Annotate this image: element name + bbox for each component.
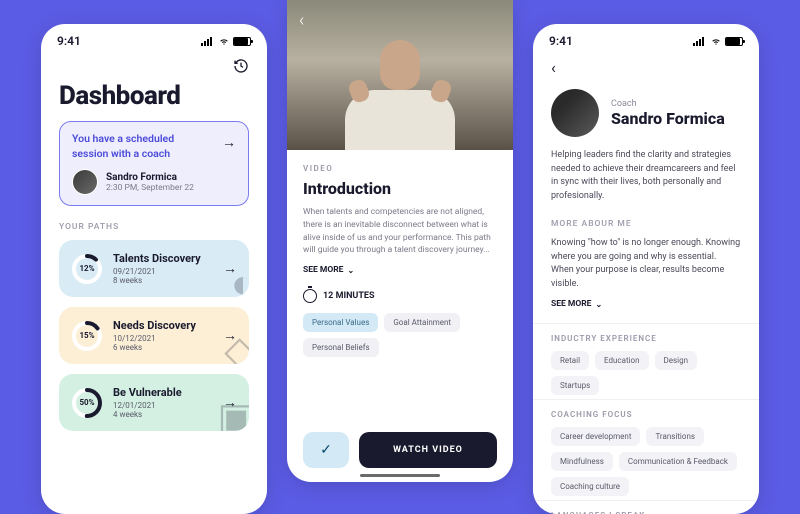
back-button[interactable]: ‹: [533, 52, 759, 83]
progress-ring: 50%: [71, 387, 103, 419]
tag[interactable]: Transitions: [646, 427, 704, 446]
path-card[interactable]: 50% Be Vulnerable 12/01/2021 4 weeks → ▣: [59, 374, 249, 431]
chevron-down-icon: ⌄: [347, 266, 354, 275]
profile-bio: Helping leaders find the clarity and str…: [533, 149, 759, 215]
video-preview[interactable]: ‹: [287, 0, 513, 150]
video-description: When talents and competencies are not al…: [303, 206, 497, 257]
signal-icon: [693, 36, 707, 46]
tag[interactable]: Communication & Feedback: [619, 452, 737, 471]
tag[interactable]: Mindfulness: [551, 452, 613, 471]
coach-name: Sandro Formica: [106, 172, 194, 183]
status-bar: 9:41: [41, 24, 267, 52]
industry-experience-label: INDUCTRY EXPERIENCE: [533, 323, 759, 351]
status-bar: 9:41: [533, 24, 759, 52]
check-icon: ✓: [320, 442, 332, 458]
dashboard-screen: 9:41 Dashboard You have a scheduled sess…: [41, 24, 267, 514]
coach-profile-screen: 9:41 ‹ Coach Sandro Formica Helping lead…: [533, 24, 759, 514]
see-more-label: SEE MORE: [303, 265, 343, 275]
status-icons: [693, 36, 743, 46]
video-title: Introduction: [303, 179, 497, 198]
arrow-right-icon: →: [222, 134, 236, 151]
timer-icon: [303, 289, 317, 303]
history-button[interactable]: [41, 52, 267, 77]
progress-percent: 15%: [71, 320, 103, 352]
see-more-button[interactable]: SEE MORE ⌄: [303, 265, 497, 275]
languages-label: LANGUAGES I SPEAK: [533, 500, 759, 514]
coaching-focus-label: COACHING FOCUS: [533, 399, 759, 427]
signal-icon: [201, 36, 215, 46]
tag[interactable]: Retail: [551, 351, 589, 370]
about-text: Knowing "how to" is no longer enough. Kn…: [533, 237, 759, 291]
progress-ring: 15%: [71, 320, 103, 352]
back-button[interactable]: ‹: [299, 10, 304, 31]
tag[interactable]: Startups: [551, 376, 599, 395]
path-date: 09/21/2021: [113, 267, 213, 276]
history-icon: [233, 58, 249, 74]
tag[interactable]: Personal Beliefs: [303, 338, 379, 357]
profile-role: Coach: [611, 99, 725, 109]
status-time: 9:41: [549, 34, 573, 48]
page-title: Dashboard: [41, 77, 267, 121]
chevron-down-icon: ⌄: [595, 300, 602, 309]
more-about-label: MORE ABOUR ME: [533, 215, 759, 237]
tag[interactable]: Coaching culture: [551, 477, 629, 496]
battery-icon: [725, 37, 743, 46]
progress-ring: 12%: [71, 253, 103, 285]
session-heading: You have a scheduled session with a coac…: [72, 132, 236, 161]
coach-avatar: [72, 169, 98, 195]
see-more-label: SEE MORE: [551, 299, 591, 309]
watch-video-button[interactable]: WATCH VIDEO: [359, 432, 497, 468]
path-date: 10/12/2021: [113, 334, 213, 343]
tag[interactable]: Career development: [551, 427, 640, 446]
battery-icon: [233, 37, 251, 46]
watch-video-label: WATCH VIDEO: [393, 445, 463, 455]
home-indicator[interactable]: [360, 474, 440, 477]
coach-avatar: [551, 89, 599, 137]
tag[interactable]: Education: [595, 351, 648, 370]
mark-done-button[interactable]: ✓: [303, 432, 349, 468]
session-time: 2:30 PM, September 22: [106, 183, 194, 193]
tag[interactable]: Goal Attainment: [384, 313, 460, 332]
wifi-icon: [218, 36, 230, 46]
content-type-label: VIDEO: [303, 164, 497, 173]
path-title: Be Vulnerable: [113, 386, 213, 399]
see-more-button[interactable]: SEE MORE ⌄: [533, 291, 759, 323]
your-paths-label: YOUR PATHS: [41, 218, 267, 240]
status-icons: [201, 36, 251, 46]
progress-percent: 50%: [71, 387, 103, 419]
path-card[interactable]: 15% Needs Discovery 10/12/2021 6 weeks →…: [59, 307, 249, 364]
tag[interactable]: Personal Values: [303, 313, 378, 332]
path-title: Needs Discovery: [113, 319, 213, 332]
path-date: 12/01/2021: [113, 401, 213, 410]
path-duration: 6 weeks: [113, 343, 213, 352]
video-detail-screen: ‹ VIDEO Introduction When talents and co…: [287, 0, 513, 482]
wifi-icon: [710, 36, 722, 46]
tag[interactable]: Design: [655, 351, 697, 370]
path-title: Talents Discovery: [113, 252, 213, 265]
path-duration: 8 weeks: [113, 276, 213, 285]
duration-text: 12 MINUTES: [323, 291, 375, 301]
profile-name: Sandro Formica: [611, 109, 725, 128]
video-thumbnail-person: [330, 30, 470, 150]
status-time: 9:41: [57, 34, 81, 48]
progress-percent: 12%: [71, 253, 103, 285]
scheduled-session-card[interactable]: You have a scheduled session with a coac…: [59, 121, 249, 206]
path-duration: 4 weeks: [113, 410, 213, 419]
path-card[interactable]: 12% Talents Discovery 09/21/2021 8 weeks…: [59, 240, 249, 297]
duration-row: 12 MINUTES: [303, 289, 497, 303]
